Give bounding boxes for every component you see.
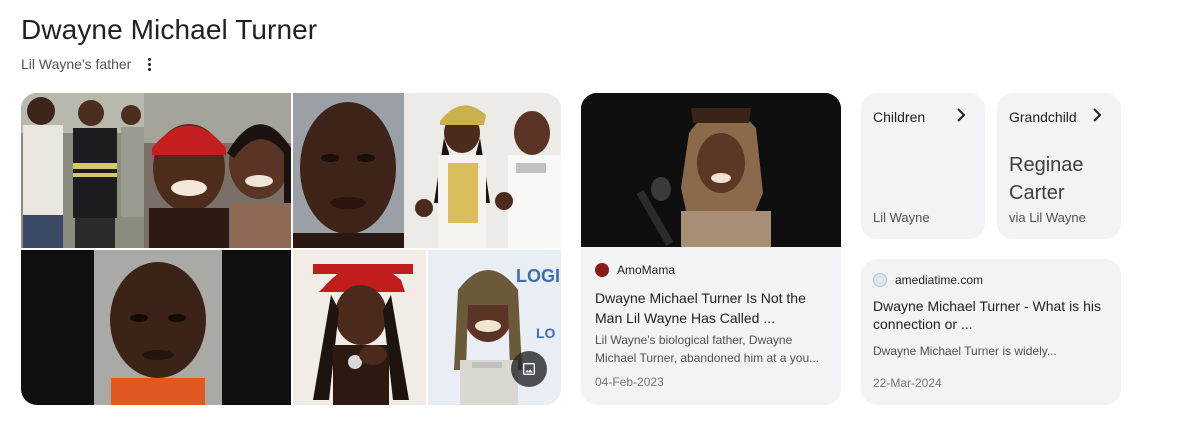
amomama-favicon-icon [595, 263, 609, 277]
article-source-name: AmoMama [617, 263, 676, 277]
chevron-right-icon [1092, 108, 1102, 127]
svg-text:LOGI: LOGI [516, 266, 560, 286]
image-gallery-icon[interactable] [511, 351, 547, 387]
entity-title: Dwayne Michael Turner [21, 14, 318, 45]
image-lil-wayne-and-birdman[interactable] [404, 93, 561, 248]
subtitle-row: Lil Wayne's father [21, 55, 157, 73]
grandchild-via: via Lil Wayne [1009, 210, 1086, 225]
image-family-group[interactable] [21, 93, 144, 248]
article-image [581, 93, 841, 247]
image-mugshot-closeup[interactable] [293, 93, 404, 248]
children-card[interactable]: Children Lil Wayne [861, 93, 985, 239]
article-snippet: Lil Wayne's biological father, Dwayne Mi… [595, 333, 820, 365]
article-card-amomama[interactable]: AmoMama Dwayne Michael Turner Is Not the… [581, 93, 841, 405]
entity-subtitle: Lil Wayne's father [21, 56, 132, 72]
article-source[interactable]: AmoMama [595, 263, 675, 277]
article2-source-name: amediatime.com [895, 273, 984, 287]
grandchild-name: Reginae Carter [1009, 154, 1084, 204]
image-mugshot-dark-background[interactable] [21, 250, 291, 405]
image-man-red-bandana-with-woman[interactable] [144, 93, 291, 248]
article-card-amediatime[interactable]: amediatime.com Dwayne Michael Turner - W… [861, 259, 1121, 405]
article2-source[interactable]: amediatime.com [873, 273, 983, 287]
article-date: 04-Feb-2023 [595, 375, 664, 389]
image-lil-wayne-red-cap[interactable] [293, 250, 426, 405]
article-headline[interactable]: Dwayne Michael Turner Is Not the Man Lil… [595, 288, 829, 328]
more-options-icon[interactable] [141, 55, 157, 73]
children-value: Lil Wayne [873, 210, 930, 225]
children-label: Children [873, 109, 926, 125]
svg-text:LO: LO [536, 325, 556, 341]
globe-icon [873, 273, 887, 287]
article2-headline[interactable]: Dwayne Michael Turner - What is his conn… [873, 297, 1109, 333]
article2-date: 22-Mar-2024 [873, 376, 942, 390]
grandchild-card[interactable]: Grandchild Reginae Carter via Lil Wayne [997, 93, 1121, 239]
grandchild-label: Grandchild [1009, 109, 1077, 125]
article2-snippet: Dwayne Michael Turner is widely... [873, 344, 1057, 358]
chevron-right-icon [956, 108, 966, 127]
image-gallery[interactable]: LOGI LO [21, 93, 561, 405]
